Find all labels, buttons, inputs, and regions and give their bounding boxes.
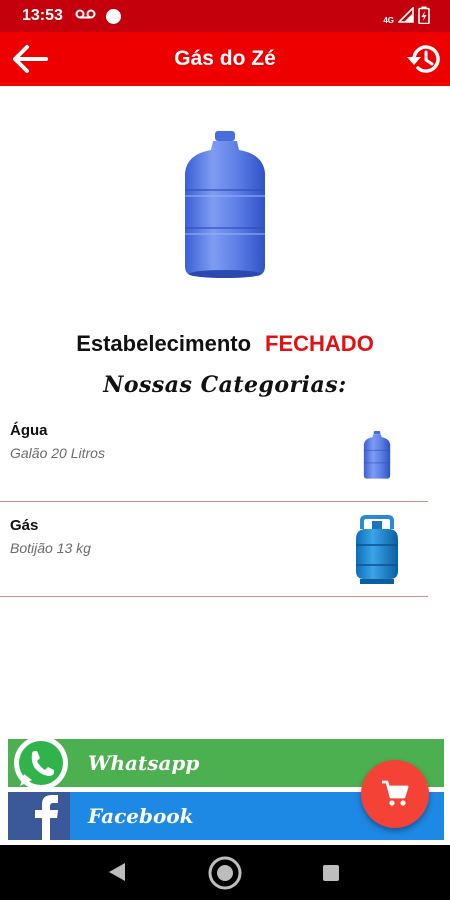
triangle-back-icon [109,863,125,881]
history-button[interactable] [402,39,444,79]
signal-icon [397,6,414,28]
category-name: Gás [10,517,39,534]
hero-image [175,128,275,280]
category-item-gas[interactable]: Gás Botijão 13 kg [0,503,428,597]
circle-home-icon [208,856,242,890]
whatsapp-icon [8,734,74,792]
status-bar: 13:53 4G [0,0,450,32]
category-name: Água [10,422,48,439]
category-item-agua[interactable]: Água Galão 20 Litros [0,408,428,502]
facebook-label: Facebook [88,804,194,828]
cart-button[interactable] [361,760,429,828]
water-gallon-icon [185,131,265,278]
nav-back-button[interactable] [108,862,126,887]
category-description: Galão 20 Litros [10,445,105,461]
page-title: Gás do Zé [174,47,276,70]
categories-title: Nossas Categorias: [103,372,347,398]
store-status-label: Estabelecimento [76,331,252,356]
facebook-icon [8,792,70,840]
square-recents-icon [323,865,339,881]
app-bar: Gás do Zé [0,32,450,86]
system-nav-bar [0,845,450,900]
status-indicators: 4G [383,6,430,29]
store-status-value: FECHADO [265,331,374,356]
network-type: 4G [383,16,394,25]
store-status: Estabelecimento FECHADO [0,331,450,357]
voicemail-icon [75,8,97,27]
whatsapp-label: Whatsapp [88,751,200,775]
battery-icon [418,6,430,29]
notification-dot-icon [106,9,121,24]
gas-cylinder-icon [350,515,404,590]
history-icon [407,45,440,73]
screen: 13:53 4G Gás do Zé Estabelecimento FECHA… [0,0,450,900]
status-time: 13:53 [22,7,63,24]
category-description: Botijão 13 kg [10,540,91,556]
nav-home-button[interactable] [207,855,243,896]
water-gallon-icon [360,430,394,485]
cart-icon [382,780,409,806]
nav-recents-button[interactable] [322,864,340,887]
